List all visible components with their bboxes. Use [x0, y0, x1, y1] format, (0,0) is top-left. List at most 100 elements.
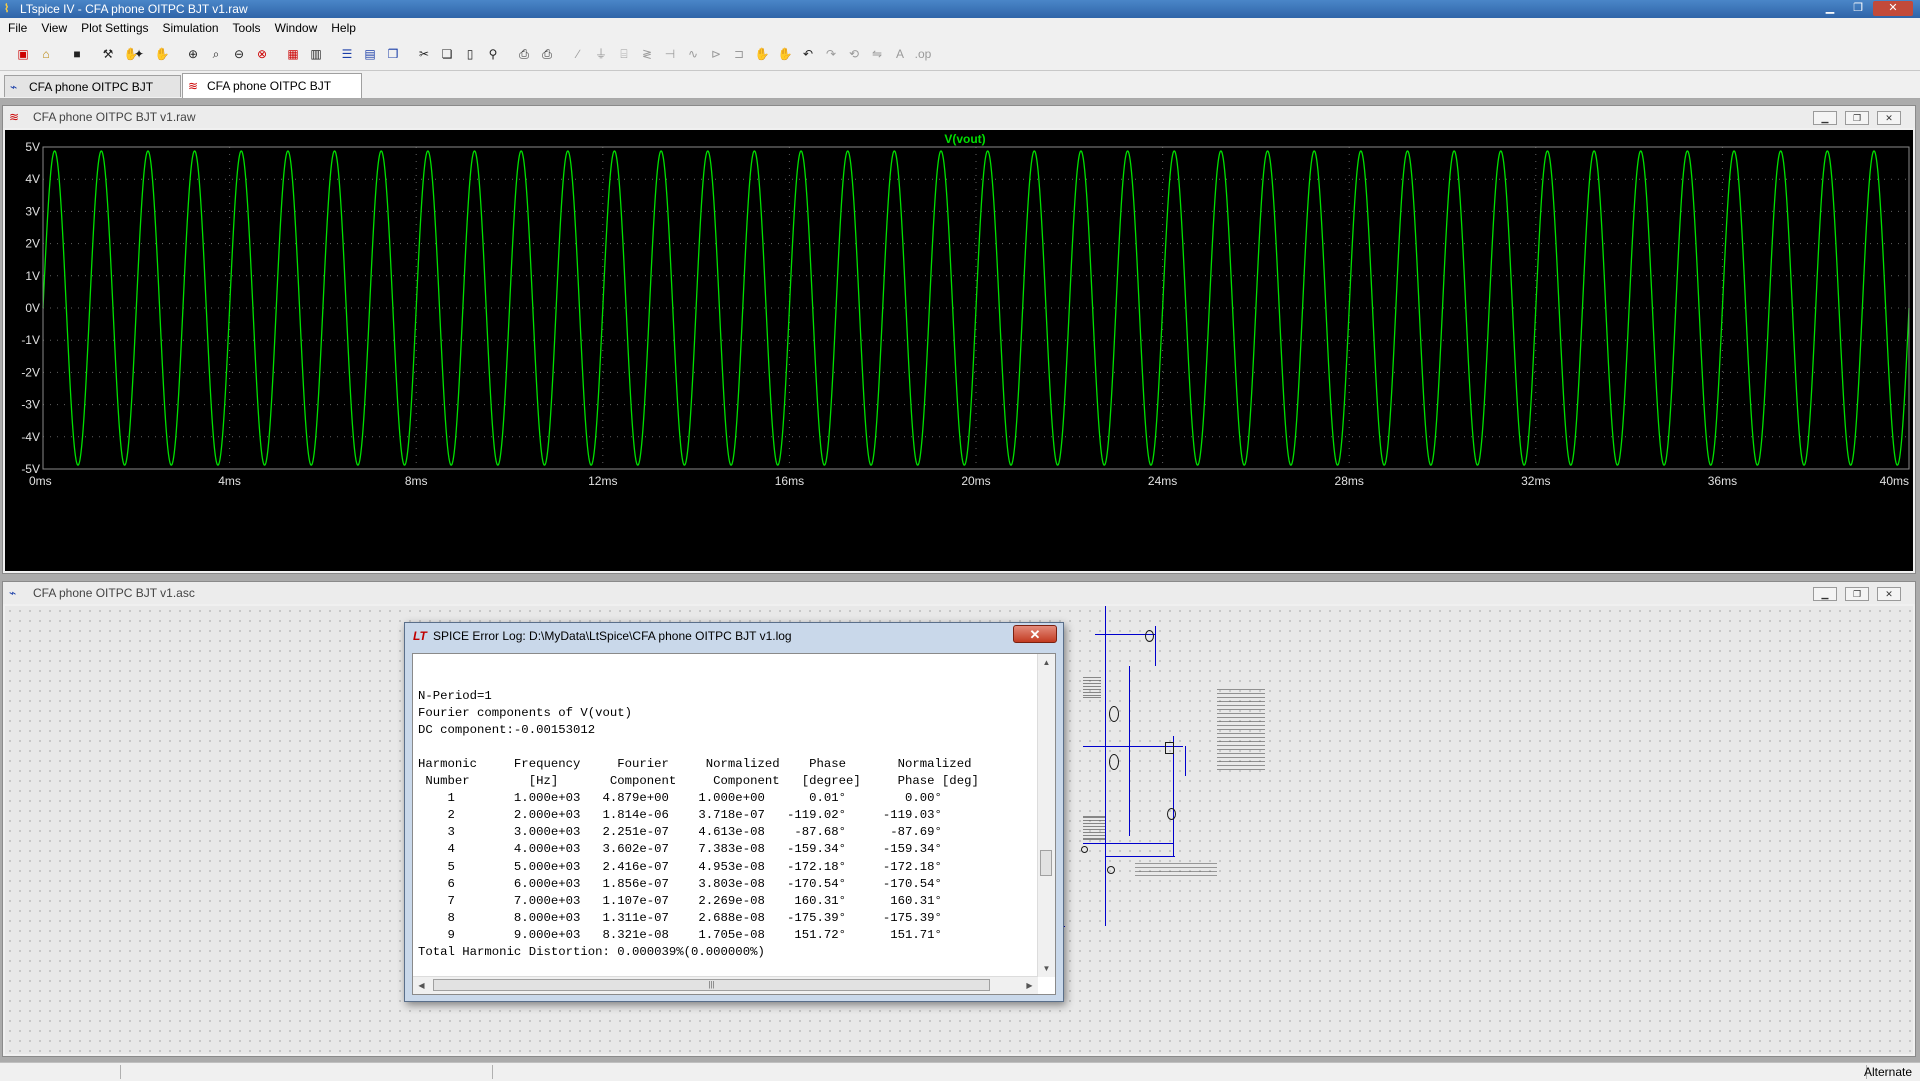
redo-icon[interactable]: ↷: [822, 45, 840, 63]
minimize-window-button[interactable]: ▁: [1817, 1, 1843, 16]
menu-view[interactable]: View: [34, 18, 74, 35]
y-tick-label: 2V: [25, 237, 40, 251]
rotate-icon[interactable]: ⟲: [845, 45, 863, 63]
schematic-source-symbol: [1107, 866, 1115, 874]
autorange-icon[interactable]: ▦: [284, 45, 302, 63]
close-schematic-button[interactable]: ✕: [1877, 587, 1901, 601]
schematic-wire: [1155, 626, 1156, 666]
resistor-icon[interactable]: ≷: [638, 45, 656, 63]
control-panel-icon[interactable]: ⚒: [99, 45, 117, 63]
drag-icon[interactable]: ✋: [776, 45, 794, 63]
tile-vertical-icon[interactable]: ▤: [361, 45, 379, 63]
waveform-window: ≋ CFA phone OITPC BJT v1.raw ▁ ❐ ✕ V(vou…: [2, 105, 1916, 574]
zoom-area-icon[interactable]: ⌕: [207, 45, 225, 63]
scroll-right-icon[interactable]: ▶: [1021, 977, 1038, 994]
y-tick-label: 3V: [25, 204, 40, 218]
schematic-transistor-symbol: [1109, 754, 1119, 770]
inductor-icon[interactable]: ∿: [684, 45, 702, 63]
cascade-windows-icon[interactable]: ❒: [384, 45, 402, 63]
minimize-plot-button[interactable]: ▁: [1813, 111, 1837, 125]
trace-vout[interactable]: [42, 150, 1910, 466]
vertical-scroll-thumb[interactable]: [1040, 850, 1052, 876]
paste-icon[interactable]: ▯: [461, 45, 479, 63]
tab-waveform[interactable]: ≋ CFA phone OITPC BJT v1.raw: [182, 73, 362, 118]
text-icon[interactable]: A: [891, 45, 909, 63]
waveform-plot-pane[interactable]: V(vout) 5V 4V 3V 2V 1V 0V -1V -2V -3V -4V -5V 0ms 4…: [5, 130, 1913, 571]
close-window-button[interactable]: ✕: [1873, 1, 1913, 16]
horizontal-scroll-thumb[interactable]: |||: [433, 979, 990, 991]
x-tick-label: 32ms: [1521, 474, 1550, 488]
fft-icon[interactable]: ▥: [307, 45, 325, 63]
schematic-transistor-symbol: [1109, 706, 1119, 722]
scroll-up-icon[interactable]: ▲: [1038, 654, 1055, 671]
capacitor-icon[interactable]: ⊣: [661, 45, 679, 63]
copy-icon[interactable]: ❏: [438, 45, 456, 63]
status-bar: Alternate: [0, 1062, 1920, 1081]
menu-help[interactable]: Help: [324, 18, 363, 35]
diode-icon[interactable]: ⊳: [707, 45, 725, 63]
maximize-schematic-button[interactable]: ❐: [1845, 587, 1869, 601]
mdi-workspace: ≋ CFA phone OITPC BJT v1.raw ▁ ❐ ✕ V(vou…: [0, 99, 1920, 1062]
document-tab-bar: ⌁ CFA phone OITPC BJT v1.asc ≋ CFA phone…: [0, 71, 1920, 118]
log-text[interactable]: N-Period=1 Fourier components of V(vout)…: [418, 671, 1034, 971]
mirror-icon[interactable]: ⇋: [868, 45, 886, 63]
waveform-plot[interactable]: V(vout) 5V4V3V2V1V0V-1V-2V-3V-4V-5V 0ms 4…: [5, 130, 1913, 571]
component-icon[interactable]: ⊐: [730, 45, 748, 63]
waveform-icon: ≋: [9, 110, 20, 124]
dialog-close-button[interactable]: ✕: [1013, 625, 1057, 643]
menu-plot-settings[interactable]: Plot Settings: [74, 18, 155, 35]
schematic-component-label: [1083, 676, 1101, 698]
menu-simulation[interactable]: Simulation: [156, 18, 226, 35]
find-icon[interactable]: ⚲: [484, 45, 502, 63]
schematic-icon: ⌁: [10, 80, 18, 94]
schematic-wire: [1185, 746, 1186, 776]
y-tick-label: -4V: [21, 430, 40, 444]
label-net-icon[interactable]: ⌸: [615, 45, 633, 63]
spice-directive-icon[interactable]: .op: [914, 45, 932, 63]
scroll-left-icon[interactable]: ◀: [413, 977, 430, 994]
draw-wire-icon[interactable]: ∕: [569, 45, 587, 63]
menu-tools[interactable]: Tools: [226, 18, 268, 35]
tile-horizontal-icon[interactable]: ☰: [338, 45, 356, 63]
minimize-schematic-button[interactable]: ▁: [1813, 587, 1837, 601]
tab-schematic[interactable]: ⌁ CFA phone OITPC BJT v1.asc: [4, 75, 181, 116]
new-schematic-icon[interactable]: ▣: [14, 45, 32, 63]
scroll-down-icon[interactable]: ▼: [1038, 960, 1055, 977]
save-icon[interactable]: ■: [68, 45, 86, 63]
y-tick-label: -3V: [21, 398, 40, 412]
vertical-scrollbar[interactable]: ▲ ▼: [1037, 654, 1055, 977]
x-tick-label: 4ms: [218, 474, 241, 488]
y-tick-label: 0V: [25, 301, 40, 315]
menu-bar: File View Plot Settings Simulation Tools Wind…: [0, 18, 1920, 38]
ltspice-logo-icon: LT: [413, 629, 427, 643]
y-tick-label: 4V: [25, 172, 40, 186]
pan-icon[interactable]: ✋: [153, 45, 171, 63]
trace-label[interactable]: V(vout): [944, 132, 985, 146]
undo-icon[interactable]: ↶: [799, 45, 817, 63]
print-setup-icon[interactable]: ⎙: [515, 45, 533, 63]
zoom-out-icon[interactable]: ⊖: [230, 45, 248, 63]
cut-icon[interactable]: ✂: [415, 45, 433, 63]
schematic-wire: [1129, 666, 1130, 836]
maximize-plot-button[interactable]: ❐: [1845, 111, 1869, 125]
menu-window[interactable]: Window: [268, 18, 325, 35]
x-tick-label: 16ms: [775, 474, 804, 488]
close-plot-button[interactable]: ✕: [1877, 111, 1901, 125]
dialog-title-bar[interactable]: LT SPICE Error Log: D:\MyData\LtSpice\CF…: [405, 623, 1063, 649]
zoom-in-icon[interactable]: ⊕: [184, 45, 202, 63]
horizontal-scrollbar[interactable]: ◀ ||| ▶: [413, 976, 1038, 994]
waveform-window-title: CFA phone OITPC BJT v1.raw: [33, 110, 196, 124]
move-icon[interactable]: ✋: [753, 45, 771, 63]
run-icon[interactable]: ✦: [130, 45, 148, 63]
window-title: LTspice IV - CFA phone OITPC BJT v1.raw: [20, 2, 248, 16]
schematic-source-symbol: [1167, 808, 1176, 820]
x-tick-label: 40ms: [1880, 474, 1909, 488]
print-icon[interactable]: ⎙: [538, 45, 556, 63]
ltspice-logo-icon: ⌇: [4, 3, 10, 15]
zoom-fit-icon[interactable]: ⊗: [253, 45, 271, 63]
log-text-area[interactable]: N-Period=1 Fourier components of V(vout)…: [412, 653, 1056, 995]
restore-window-button[interactable]: ❐: [1845, 1, 1871, 16]
menu-file[interactable]: File: [0, 18, 34, 35]
ground-icon[interactable]: ⏚: [592, 45, 610, 63]
open-folder-icon[interactable]: ⌂: [37, 45, 55, 63]
